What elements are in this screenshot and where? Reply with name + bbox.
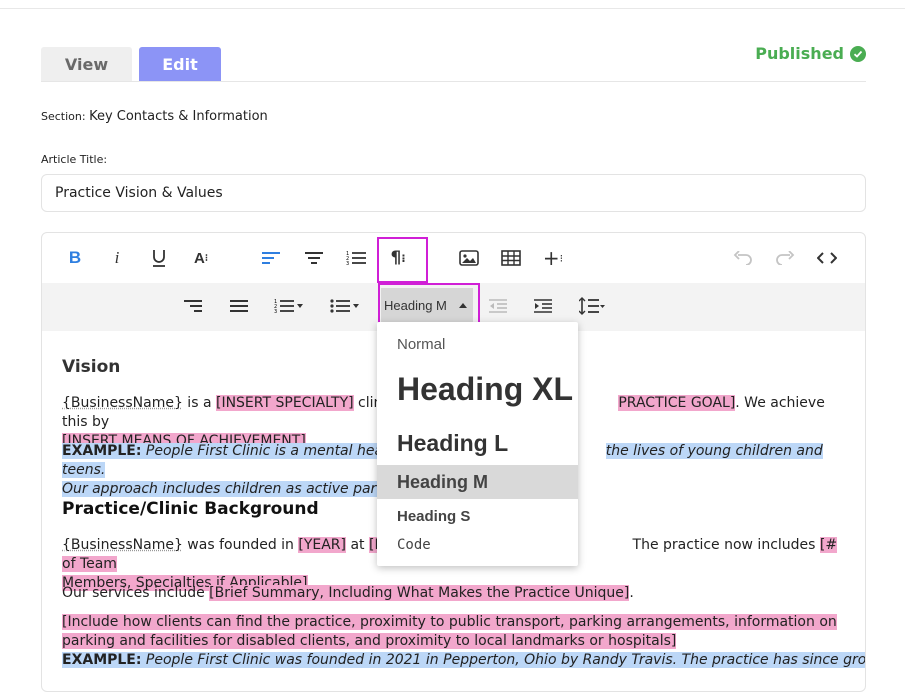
menu-item-heading-xl[interactable]: Heading XL <box>377 364 578 414</box>
text-run: was founded in <box>183 537 299 553</box>
align-right-icon[interactable] <box>178 291 208 321</box>
line-height-icon[interactable] <box>572 291 612 321</box>
section-value: Key Contacts & Information <box>89 109 268 124</box>
article-title-input[interactable]: Practice Vision & Values <box>41 174 866 212</box>
underline-icon[interactable] <box>144 243 174 273</box>
text-run: The practice now includes <box>633 537 820 553</box>
section-info: Section: Key Contacts & Information <box>41 109 268 124</box>
highlight-paragraph-button <box>377 237 428 283</box>
insert-icon[interactable]: + ⁝ <box>538 243 568 273</box>
font-size-icon[interactable]: A ⁝ <box>186 243 216 273</box>
menu-item-heading-m[interactable]: Heading M <box>377 465 578 499</box>
table-icon[interactable] <box>496 243 526 273</box>
tab-view[interactable]: View <box>41 47 132 81</box>
text-run: . <box>629 585 633 601</box>
menu-item-normal[interactable]: Normal <box>377 330 578 358</box>
svg-text:3: 3 <box>346 261 349 266</box>
text-run: at <box>346 537 369 553</box>
placeholder-year: [YEAR] <box>298 537 346 553</box>
menu-item-code[interactable]: Code <box>377 531 578 559</box>
example-2: EXAMPLE: People First Clinic was founded… <box>62 651 852 670</box>
chevron-down-icon <box>294 302 306 310</box>
bold-icon[interactable]: B <box>60 243 90 273</box>
redo-icon[interactable] <box>770 243 800 273</box>
align-center-icon[interactable] <box>299 243 329 273</box>
placeholder-specialty: [INSERT SPECIALTY] <box>216 395 354 411</box>
svg-text:3: 3 <box>274 309 277 314</box>
ordered-list-dropdown[interactable]: 123 <box>268 291 312 321</box>
business-name-token: {BusinessName} <box>62 395 183 411</box>
background-heading: Practice/Clinic Background <box>62 500 319 519</box>
outdent-icon[interactable] <box>483 291 513 321</box>
check-circle-icon <box>850 46 866 62</box>
menu-item-heading-l[interactable]: Heading L <box>377 422 578 464</box>
menu-item-heading-s[interactable]: Heading S <box>377 502 578 530</box>
code-view-icon[interactable] <box>812 243 842 273</box>
status-label: Published <box>755 44 844 63</box>
business-name-token: {BusinessName} <box>62 537 183 553</box>
section-prefix: Section: <box>41 110 86 123</box>
indent-icon[interactable] <box>528 291 558 321</box>
bullet-list-dropdown[interactable] <box>324 291 368 321</box>
chevron-down-icon <box>350 302 362 310</box>
image-icon[interactable] <box>454 243 484 273</box>
example-label: EXAMPLE: <box>62 443 141 459</box>
italic-icon[interactable]: i <box>102 243 132 273</box>
text-run: Our approach includes children as active… <box>62 481 393 497</box>
placeholder-location-info: [Include how clients can find the practi… <box>62 614 837 630</box>
primary-toolbar: B i A ⁝ 123 ¶ ⁝ + ⁝ <box>42 233 865 283</box>
article-title-label: Article Title: <box>41 153 107 166</box>
location-paragraph: [Include how clients can find the practi… <box>62 613 852 651</box>
tab-edit[interactable]: Edit <box>139 47 221 81</box>
top-divider <box>0 8 905 9</box>
vision-heading: Vision <box>62 358 120 377</box>
paragraph-style-menu: Normal Heading XL Heading L Heading M He… <box>377 322 578 566</box>
article-title-value: Practice Vision & Values <box>55 185 223 201</box>
example-label: EXAMPLE: <box>62 652 141 668</box>
mode-tabs: View Edit <box>41 47 866 82</box>
services-paragraph: Our services include [Brief Summary, Inc… <box>62 584 852 603</box>
placeholder-location-info: parking and facilities for disabled clie… <box>62 633 676 649</box>
placeholder-goal: PRACTICE GOAL] <box>618 395 735 411</box>
ordered-list-icon[interactable]: 123 <box>341 243 371 273</box>
text-run: People First Clinic is a mental health <box>141 443 405 459</box>
undo-icon[interactable] <box>728 243 758 273</box>
align-justify-icon[interactable] <box>224 291 254 321</box>
publish-status: Published <box>755 44 866 63</box>
text-run: Our services include <box>62 585 209 601</box>
align-left-icon[interactable] <box>256 243 286 273</box>
text-run: People First Clinic was founded in 2021 … <box>141 652 866 668</box>
text-run: is a <box>183 395 216 411</box>
placeholder-summary: [Brief Summary, Including What Makes the… <box>209 585 629 601</box>
